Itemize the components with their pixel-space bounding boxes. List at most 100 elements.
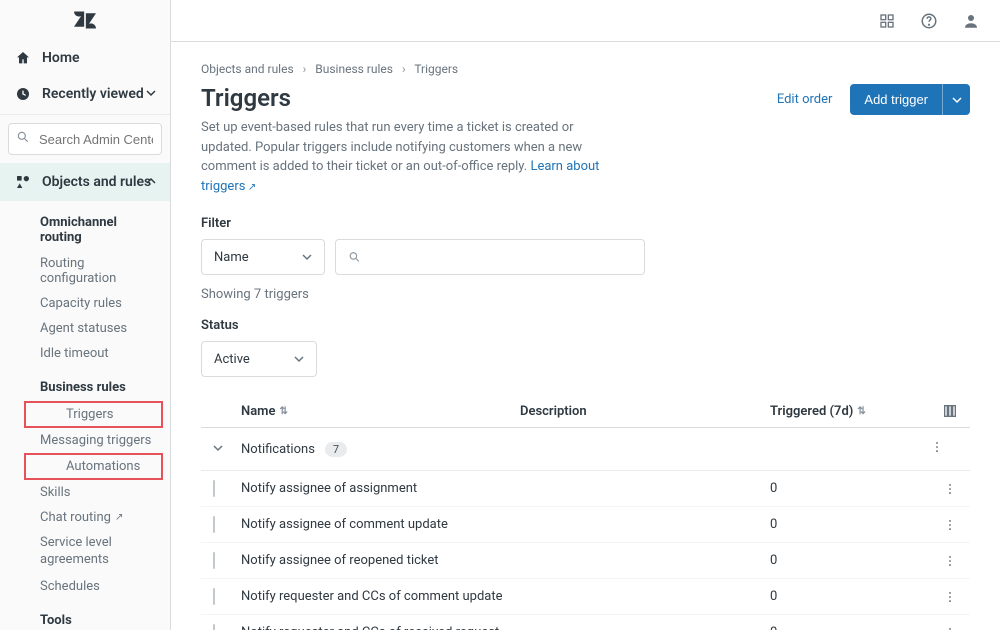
row-actions-menu[interactable] (930, 554, 970, 568)
home-icon (14, 49, 32, 67)
sidebar-item-label: Chat routing (40, 510, 111, 525)
row-checkbox[interactable] (213, 516, 215, 533)
nav-recently-viewed[interactable]: Recently viewed (0, 76, 170, 112)
row-actions-menu[interactable] (930, 590, 970, 604)
edit-order-link[interactable]: Edit order (777, 92, 833, 107)
status-value: Active (214, 352, 250, 367)
sidebar-search[interactable] (8, 123, 162, 155)
add-trigger-split-button: Add trigger (850, 84, 970, 115)
nav-home[interactable]: Home (0, 40, 170, 76)
global-header (171, 0, 1000, 42)
table-header: Name ⇅ Description Triggered (7d) ⇅ (201, 395, 970, 428)
chevron-down-icon (146, 86, 156, 102)
sidebar-item-triggers[interactable]: Triggers (24, 401, 163, 428)
triggers-table: Name ⇅ Description Triggered (7d) ⇅ Noti… (201, 395, 970, 630)
row-checkbox[interactable] (213, 480, 215, 497)
chevron-down-icon (302, 252, 312, 262)
sidebar-item-idle-timeout[interactable]: Idle timeout (0, 341, 170, 366)
filter-search-input[interactable] (369, 250, 632, 265)
sidebar-item-automations[interactable]: Automations (24, 453, 163, 480)
row-name[interactable]: Notify assignee of reopened ticket (241, 553, 520, 568)
sidebar-item-skills[interactable]: Skills (0, 480, 170, 505)
column-chooser-icon[interactable] (930, 403, 970, 419)
group-count-badge: 7 (325, 442, 347, 457)
breadcrumb-item[interactable]: Triggers (414, 62, 458, 76)
filter-by-select[interactable]: Name (201, 239, 325, 275)
add-trigger-button[interactable]: Add trigger (850, 84, 942, 115)
col-triggered-label: Triggered (7d) (770, 404, 853, 419)
row-triggered-count: 0 (770, 625, 930, 630)
filter-label: Filter (201, 216, 970, 231)
apps-grid-icon[interactable] (878, 12, 896, 30)
clock-icon (14, 85, 32, 103)
row-actions-menu[interactable] (930, 482, 970, 496)
row-checkbox[interactable] (213, 588, 215, 605)
status-select[interactable]: Active (201, 341, 317, 377)
chevron-down-icon (294, 354, 304, 364)
col-triggered[interactable]: Triggered (7d) ⇅ (770, 404, 930, 419)
page-title: Triggers (201, 84, 621, 112)
col-name[interactable]: Name ⇅ (241, 404, 520, 419)
row-checkbox[interactable] (213, 552, 215, 569)
main-content: Objects and rules › Business rules › Tri… (171, 42, 1000, 630)
col-name-label: Name (241, 404, 275, 419)
sidebar-section-label: Objects and rules (42, 174, 151, 190)
chevron-down-icon (952, 95, 962, 105)
nav-home-label: Home (42, 50, 80, 66)
row-triggered-count: 0 (770, 589, 930, 604)
row-actions-menu[interactable] (930, 626, 970, 630)
row-name[interactable]: Notify assignee of assignment (241, 481, 520, 496)
col-description[interactable]: Description (520, 404, 770, 419)
sidebar-item-capacity-rules[interactable]: Capacity rules (0, 291, 170, 316)
table-row: Notify requester and CCs of received req… (201, 615, 970, 630)
add-trigger-dropdown[interactable] (942, 84, 970, 115)
page-subtitle-text: Set up event-based rules that run every … (201, 120, 582, 174)
table-row: Notify requester and CCs of comment upda… (201, 579, 970, 615)
help-icon[interactable] (920, 12, 938, 30)
table-row: Notify assignee of reopened ticket 0 (201, 543, 970, 579)
row-name[interactable]: Notify assignee of comment update (241, 517, 520, 532)
sidebar-group-omnichannel: Omnichannel routing (0, 201, 170, 251)
brand-logo[interactable] (0, 0, 170, 40)
group-collapse-toggle[interactable] (201, 441, 241, 457)
chevron-up-icon (146, 174, 156, 190)
trigger-group-row: Notifications 7 (201, 428, 970, 471)
row-name[interactable]: Notify requester and CCs of received req… (241, 625, 520, 630)
sidebar-search-input[interactable] (8, 123, 162, 155)
sidebar-item-routing-configuration[interactable]: Routing configuration (0, 251, 170, 291)
sort-icon: ⇅ (857, 406, 865, 417)
sidebar-item-schedules[interactable]: Schedules (0, 574, 170, 599)
row-name[interactable]: Notify requester and CCs of comment upda… (241, 589, 520, 604)
breadcrumb-item[interactable]: Business rules (315, 62, 393, 76)
external-link-icon: ↗ (115, 512, 123, 523)
search-icon (16, 130, 30, 148)
sidebar: Home Recently viewed Objects and rules O… (0, 0, 171, 630)
divider (0, 114, 170, 115)
table-row: Notify assignee of comment update 0 (201, 507, 970, 543)
sidebar-item-chat-routing[interactable]: Chat routing ↗ (0, 505, 170, 530)
sidebar-item-agent-statuses[interactable]: Agent statuses (0, 316, 170, 341)
profile-icon[interactable] (962, 12, 980, 30)
sidebar-item-sla[interactable]: Service level agreements (0, 530, 170, 574)
row-triggered-count: 0 (770, 517, 930, 532)
breadcrumb-item[interactable]: Objects and rules (201, 62, 294, 76)
sidebar-item-messaging-triggers[interactable]: Messaging triggers (0, 428, 170, 453)
table-row: Notify assignee of assignment 0 (201, 471, 970, 507)
filter-by-value: Name (214, 250, 249, 265)
nav-recently-label: Recently viewed (42, 86, 144, 102)
row-triggered-count: 0 (770, 553, 930, 568)
row-actions-menu[interactable] (930, 518, 970, 532)
row-checkbox[interactable] (213, 624, 215, 630)
group-actions-menu[interactable] (930, 440, 970, 458)
row-triggered-count: 0 (770, 481, 930, 496)
breadcrumb: Objects and rules › Business rules › Tri… (201, 62, 970, 76)
shapes-icon (14, 173, 32, 191)
status-label: Status (201, 318, 970, 333)
filter-search[interactable] (335, 239, 645, 275)
sidebar-group-business-rules: Business rules (0, 366, 170, 401)
group-name: Notifications (241, 442, 315, 457)
page-subtitle: Set up event-based rules that run every … (201, 118, 621, 196)
zendesk-logo-icon (74, 11, 96, 29)
sidebar-section-objects-and-rules[interactable]: Objects and rules (0, 163, 170, 201)
sidebar-group-tools: Tools (0, 599, 170, 630)
